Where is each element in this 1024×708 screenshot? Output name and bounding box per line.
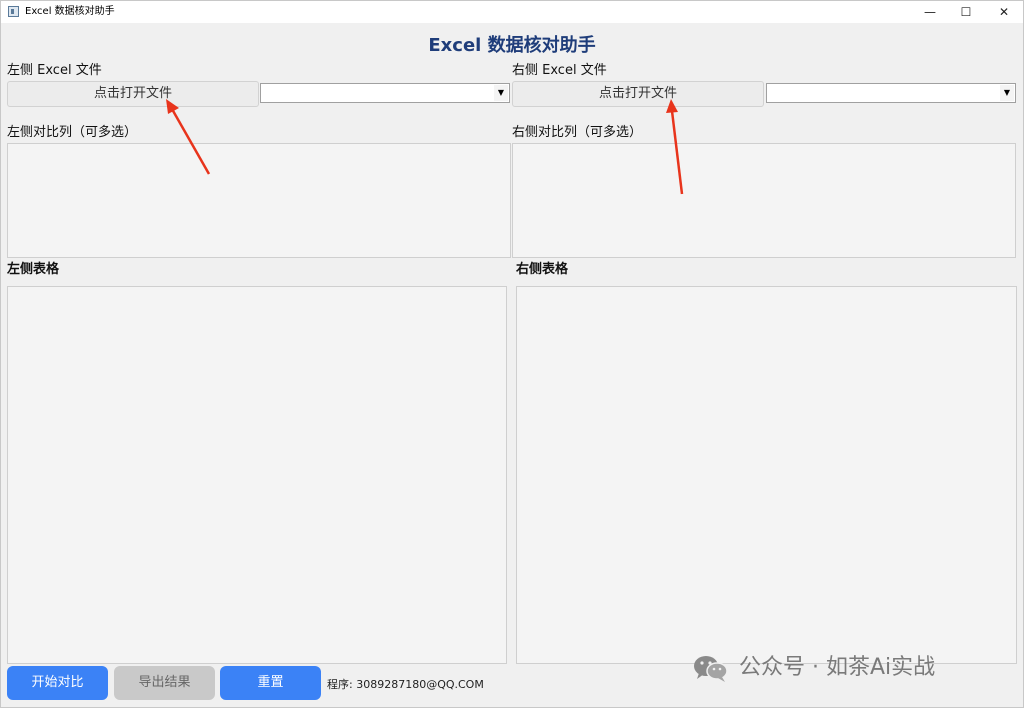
program-contact-text: 程序: 3089287180@QQ.COM bbox=[327, 678, 484, 691]
right-table-view[interactable] bbox=[516, 286, 1017, 664]
app-window: Excel 数据核对助手 — ☐ ✕ Excel 数据核对助手 左侧 Excel… bbox=[0, 0, 1024, 708]
wechat-icon bbox=[694, 656, 728, 682]
chevron-down-icon[interactable]: ▼ bbox=[494, 85, 508, 101]
watermark-text: 公众号 · 如茶Ai实战 bbox=[739, 655, 936, 680]
minimize-button[interactable]: — bbox=[911, 1, 949, 23]
title-bar: Excel 数据核对助手 — ☐ ✕ bbox=[1, 1, 1023, 23]
right-sheet-select[interactable]: ▼ bbox=[766, 83, 1016, 103]
window-title: Excel 数据核对助手 bbox=[25, 6, 115, 17]
left-compare-label: 左侧对比列（可多选） bbox=[7, 125, 138, 140]
chevron-down-icon[interactable]: ▼ bbox=[1000, 85, 1014, 101]
left-sheet-select[interactable]: ▼ bbox=[260, 83, 510, 103]
left-open-file-button[interactable]: 点击打开文件 bbox=[7, 81, 259, 107]
export-results-button[interactable]: 导出结果 bbox=[114, 666, 215, 700]
left-table-view[interactable] bbox=[7, 286, 507, 664]
right-open-file-button[interactable]: 点击打开文件 bbox=[512, 81, 764, 107]
reset-button[interactable]: 重置 bbox=[220, 666, 321, 700]
start-compare-button[interactable]: 开始对比 bbox=[7, 666, 108, 700]
app-title: Excel 数据核对助手 bbox=[428, 35, 596, 56]
right-compare-label: 右侧对比列（可多选） bbox=[512, 125, 643, 140]
left-file-label: 左侧 Excel 文件 bbox=[7, 63, 102, 78]
watermark: 公众号 · 如茶Ai实战 bbox=[691, 652, 1011, 684]
maximize-button[interactable]: ☐ bbox=[947, 1, 985, 23]
left-compare-column-list[interactable] bbox=[7, 143, 511, 258]
right-compare-column-list[interactable] bbox=[512, 143, 1016, 258]
left-table-label: 左侧表格 bbox=[7, 262, 60, 277]
right-file-label: 右侧 Excel 文件 bbox=[512, 63, 607, 78]
right-table-label: 右侧表格 bbox=[516, 262, 569, 277]
app-icon bbox=[8, 6, 19, 17]
close-button[interactable]: ✕ bbox=[985, 1, 1023, 23]
